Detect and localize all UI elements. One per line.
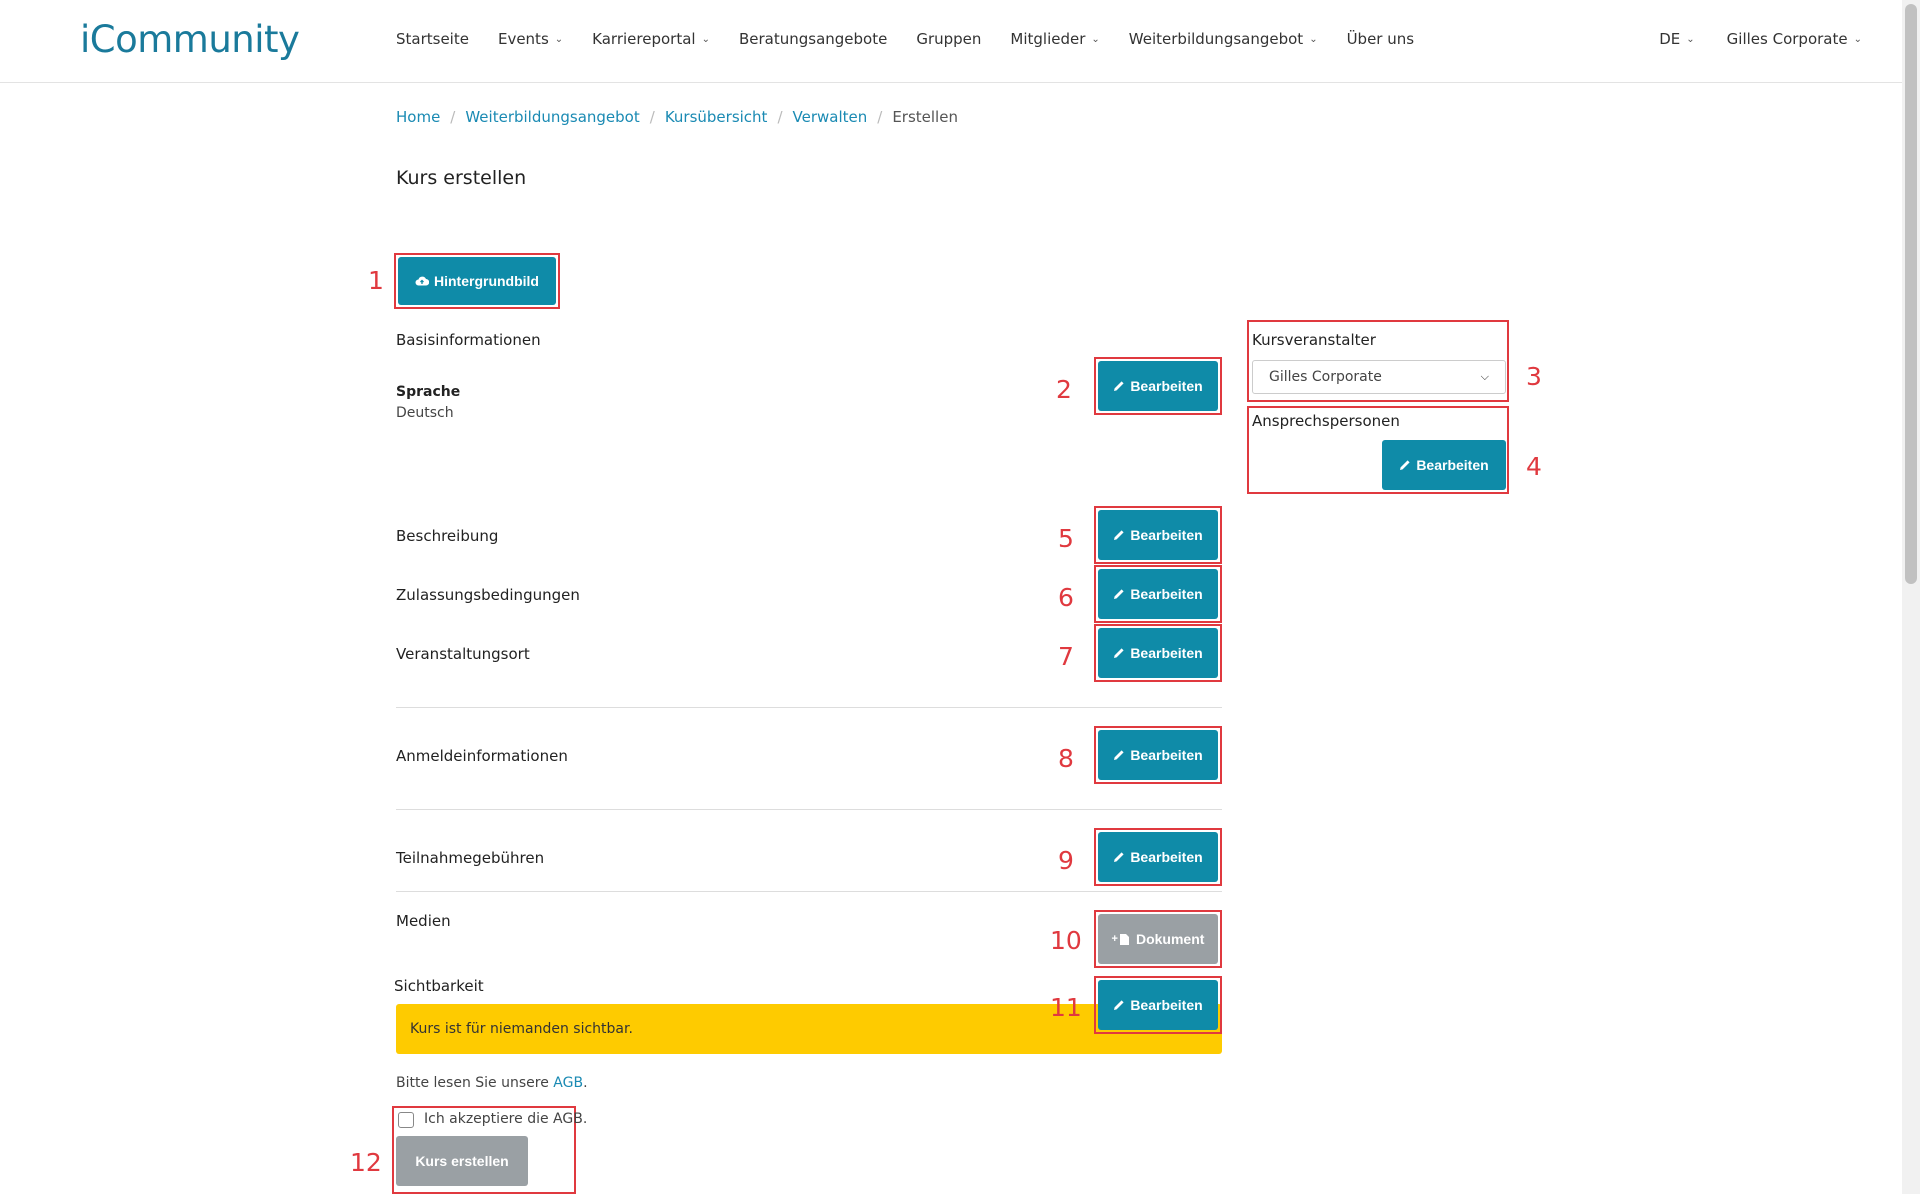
annotation-number: 8 <box>1058 744 1074 773</box>
kursveranstalter-select[interactable]: Gilles Corporate ⌵ <box>1252 360 1506 394</box>
chevron-down-icon: ⌄ <box>554 33 564 45</box>
annotation-number: 7 <box>1058 642 1074 671</box>
breadcrumb: Home / Weiterbildungsangebot / Kursübersic… <box>396 108 958 126</box>
agb-checkbox-label[interactable]: Ich akzeptiere die AGB. <box>424 1111 587 1127</box>
chevron-down-icon: ⌄ <box>1091 33 1100 45</box>
plus-icon: + <box>1111 933 1118 945</box>
pencil-icon <box>1114 530 1124 540</box>
top-navbar: iCommunity Startseite Events ⌄ Karrierepo… <box>0 0 1902 83</box>
chevron-down-icon: ⌄ <box>1853 33 1862 45</box>
section-beschreibung: Beschreibung <box>396 527 499 545</box>
kursveranstalter-label: Kursveranstalter <box>1252 331 1376 349</box>
edit-ansprechpersonen-button[interactable]: Bearbeiten <box>1382 440 1506 490</box>
nav-events[interactable]: Events ⌄ <box>498 30 563 48</box>
annotation-number: 9 <box>1058 846 1074 875</box>
section-zulassungsbedingungen: Zulassungsbedingungen <box>396 586 580 604</box>
sprache-value: Deutsch <box>396 405 454 421</box>
breadcrumb-kursuebersicht[interactable]: Kursübersicht <box>665 108 768 126</box>
pencil-icon <box>1114 852 1124 862</box>
chevron-down-icon: ⌄ <box>701 33 710 45</box>
edit-beschreibung-button[interactable]: Bearbeiten <box>1098 510 1218 560</box>
section-basisinformationen: Basisinformationen <box>396 331 541 349</box>
section-veranstaltungsort: Veranstaltungsort <box>396 645 530 663</box>
chevron-down-icon: ⌄ <box>1686 33 1695 45</box>
annotation-number: 2 <box>1056 375 1072 404</box>
nav-ueber-uns[interactable]: Über uns <box>1347 30 1415 48</box>
divider <box>396 809 1222 810</box>
document-icon <box>1119 933 1129 945</box>
agb-link[interactable]: AGB <box>553 1075 583 1091</box>
annotation-number: 1 <box>368 266 384 295</box>
edit-anmeldeinformationen-button[interactable]: Bearbeiten <box>1098 730 1218 780</box>
annotation-number: 12 <box>350 1148 382 1177</box>
edit-sichtbarkeit-button[interactable]: Bearbeiten <box>1098 980 1218 1030</box>
nav-startseite[interactable]: Startseite <box>396 30 469 48</box>
breadcrumb-weiterbildungsangebot[interactable]: Weiterbildungsangebot <box>465 108 639 126</box>
chevron-down-icon: ⌄ <box>1309 33 1318 45</box>
pencil-icon <box>1400 460 1410 470</box>
section-anmeldeinformationen: Anmeldeinformationen <box>396 747 568 765</box>
breadcrumb-current: Erstellen <box>892 108 958 126</box>
breadcrumb-verwalten[interactable]: Verwalten <box>793 108 868 126</box>
breadcrumb-home[interactable]: Home <box>396 108 440 126</box>
section-sichtbarkeit: Sichtbarkeit <box>394 977 484 995</box>
background-image-button[interactable]: Hintergrundbild <box>398 257 556 305</box>
main-nav: Startseite Events ⌄ Karriereportal ⌄ Berat… <box>396 30 1443 48</box>
chevron-down-icon: ⌵ <box>1480 370 1489 383</box>
edit-teilnahmegebuehren-button[interactable]: Bearbeiten <box>1098 832 1218 882</box>
section-teilnahmegebuehren: Teilnahmegebühren <box>396 849 545 867</box>
annotation-number: 3 <box>1526 362 1542 391</box>
nav-gruppen[interactable]: Gruppen <box>916 30 981 48</box>
page-title: Kurs erstellen <box>396 167 527 189</box>
nav-weiterbildungsangebot[interactable]: Weiterbildungsangebot ⌄ <box>1129 30 1318 48</box>
user-menu[interactable]: Gilles Corporate ⌄ <box>1727 30 1862 48</box>
pencil-icon <box>1114 589 1124 599</box>
language-dropdown[interactable]: DE ⌄ <box>1659 30 1694 48</box>
kurs-erstellen-button[interactable]: Kurs erstellen <box>396 1136 528 1186</box>
divider <box>396 707 1222 708</box>
agb-notice: Bitte lesen Sie unsere AGB. <box>396 1075 588 1091</box>
edit-basisinformationen-button[interactable]: Bearbeiten <box>1098 361 1218 411</box>
annotation-number: 5 <box>1058 524 1074 553</box>
cloud-upload-icon <box>415 276 429 286</box>
section-medien: Medien <box>396 912 451 930</box>
nav-karriereportal[interactable]: Karriereportal ⌄ <box>592 30 710 48</box>
ansprechpersonen-label: Ansprechspersonen <box>1252 412 1400 430</box>
nav-mitglieder[interactable]: Mitglieder ⌄ <box>1010 30 1099 48</box>
agb-checkbox[interactable] <box>398 1112 414 1128</box>
edit-veranstaltungsort-button[interactable]: Bearbeiten <box>1098 628 1218 678</box>
scrollbar-thumb[interactable] <box>1905 4 1917 584</box>
add-document-button[interactable]: + Dokument <box>1098 914 1218 964</box>
edit-zulassungsbedingungen-button[interactable]: Bearbeiten <box>1098 569 1218 619</box>
pencil-icon <box>1114 1000 1124 1010</box>
annotation-number: 4 <box>1526 452 1542 481</box>
pencil-icon <box>1114 381 1124 391</box>
annotation-number: 6 <box>1058 583 1074 612</box>
divider <box>396 891 1222 892</box>
site-logo[interactable]: iCommunity <box>80 18 300 61</box>
pencil-icon <box>1114 648 1124 658</box>
nav-beratungsangebote[interactable]: Beratungsangebote <box>739 30 887 48</box>
sprache-label: Sprache <box>396 384 461 400</box>
pencil-icon <box>1114 750 1124 760</box>
annotation-number: 10 <box>1050 926 1082 955</box>
annotation-number: 11 <box>1050 993 1082 1022</box>
